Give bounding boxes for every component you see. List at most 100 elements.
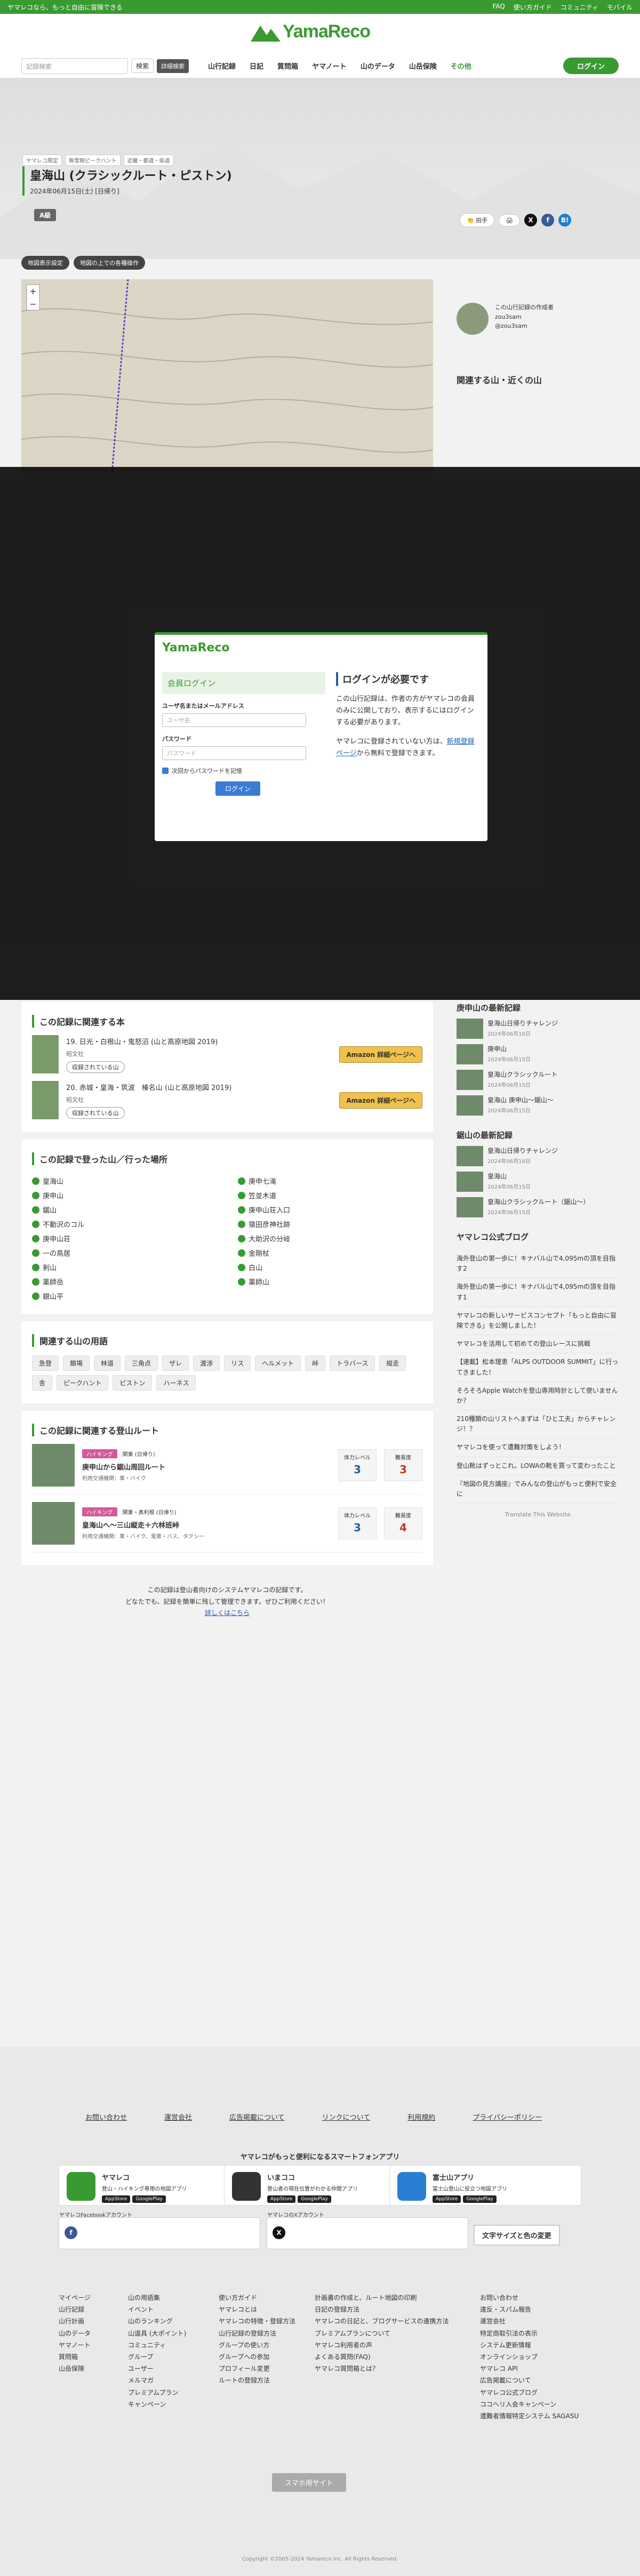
googleplay-badge[interactable]: GooglePlay: [463, 2195, 497, 2203]
user-input[interactable]: ユーザ名: [162, 713, 306, 727]
footer-item[interactable]: イベント: [128, 2304, 186, 2315]
breadcrumb-item[interactable]: ヤマレコ限定: [22, 155, 62, 166]
map-display-setting[interactable]: 地図表示設定: [21, 256, 69, 270]
place-item[interactable]: 薬師岳: [32, 1277, 217, 1287]
footer-item[interactable]: 山岳保険: [59, 2363, 91, 2375]
footer-item[interactable]: 山の用語集: [128, 2292, 186, 2304]
x-icon[interactable]: X: [273, 2226, 285, 2239]
guide-link[interactable]: 使い方ガイド: [514, 3, 552, 12]
footer-item[interactable]: マイページ: [59, 2292, 91, 2304]
term-tag[interactable]: ヘルメット: [255, 1355, 301, 1371]
x-box[interactable]: ヤマレコのXアカウント X: [267, 2212, 468, 2249]
term-tag[interactable]: ハーネス: [156, 1375, 196, 1391]
blog-item[interactable]: 【連載】松本理恵「ALPS OUTDOOR SUMMIT」に行ってきました！: [457, 1353, 619, 1382]
book-title[interactable]: 20. 赤城・皇海・筑波 榛名山 (山と高原地図 2019): [66, 1082, 231, 1092]
sidebar-record[interactable]: 庚申山 2024年06月15日: [457, 1044, 619, 1064]
term-tag[interactable]: リス: [224, 1355, 251, 1371]
footer-item[interactable]: ヤマノート: [59, 2339, 91, 2351]
footer-item[interactable]: ココヘリ入会キャンペーン: [480, 2399, 579, 2410]
login-button[interactable]: ログイン: [563, 58, 619, 74]
record-thumbnail[interactable]: [457, 1019, 483, 1039]
term-tag[interactable]: ピストン: [113, 1375, 153, 1391]
footer-item[interactable]: キャンペーン: [128, 2399, 186, 2410]
mobile-site-button[interactable]: スマホ用サイト: [272, 2473, 346, 2492]
detail-search-button[interactable]: 詳細検索: [157, 59, 189, 73]
notice-link[interactable]: 詳しくはこちら: [21, 1608, 433, 1619]
app-card[interactable]: 富士山アプリ 富士山登山に役立つ地図アプリ AppStore GooglePlay: [389, 2165, 581, 2206]
facebook-box[interactable]: ヤマレコFacebookアカウント f: [59, 2212, 260, 2249]
menu-insurance[interactable]: 山岳保険: [409, 61, 437, 71]
footer-link[interactable]: 広告掲載について: [229, 2112, 285, 2122]
blog-item[interactable]: 『地図の見方講座』でみんなの登山がもっと便利で安全に: [457, 1475, 619, 1504]
checkbox-icon[interactable]: [162, 768, 169, 774]
app-card[interactable]: ヤマレコ 登山・ハイキング専用の地図アプリ AppStore GooglePlay: [59, 2165, 251, 2206]
footer-item[interactable]: 使い方ガイド: [219, 2292, 295, 2304]
breadcrumb-item[interactable]: 近畿・都道・県道: [123, 155, 174, 166]
footer-link[interactable]: お問い合わせ: [85, 2112, 127, 2122]
footer-item[interactable]: ヤマレコとは: [219, 2304, 295, 2315]
route-item[interactable]: ハイキング 関東・奥利根 (日帰り) 皇海山へ〜三山縦走＋六林班峠 利用交通機関…: [32, 1495, 422, 1553]
blog-item[interactable]: 海外登山の第一歩に！キナバル山で4,095mの頂を目指す1: [457, 1278, 619, 1307]
footer-item[interactable]: プロフィール変更: [219, 2363, 295, 2375]
googleplay-badge[interactable]: GooglePlay: [298, 2195, 331, 2203]
route-name[interactable]: 庚申山から鋸山周回ルート: [82, 1461, 165, 1472]
sidebar-record[interactable]: 皇海山日帰りチャレンジ 2024年06月16日: [457, 1019, 619, 1039]
amazon-button[interactable]: Amazon 詳細ページへ: [339, 1046, 422, 1063]
x-share-icon[interactable]: X: [524, 214, 538, 227]
sidebar-record[interactable]: 皇海山クラシックルート 2024年06月15日: [457, 1070, 619, 1090]
footer-item[interactable]: 山行計画: [59, 2315, 91, 2327]
search-button[interactable]: 検索: [131, 59, 154, 73]
breadcrumb-item[interactable]: 無雪期ピークハント: [65, 155, 121, 166]
place-item[interactable]: 大助沢の分岐: [238, 1233, 422, 1243]
record-thumbnail[interactable]: [457, 1197, 483, 1217]
record-thumbnail[interactable]: [457, 1070, 483, 1090]
appstore-badge[interactable]: AppStore: [267, 2195, 296, 2203]
footer-item[interactable]: ルートの登録方法: [219, 2375, 295, 2386]
footer-item[interactable]: ユーザー: [128, 2363, 186, 2375]
term-tag[interactable]: ザレ: [162, 1355, 189, 1371]
place-item[interactable]: 庚申山荘: [32, 1233, 217, 1243]
record-thumbnail[interactable]: [457, 1095, 483, 1116]
footer-link[interactable]: 利用規約: [407, 2112, 435, 2122]
footer-item[interactable]: 計画書の作成と、ルート地図の印刷: [315, 2292, 449, 2304]
blog-item[interactable]: ヤマレコの新しいサービスコンセプト「もっと自由に冒険できる」を公開しました！: [457, 1307, 619, 1336]
appstore-badge[interactable]: AppStore: [433, 2195, 461, 2203]
footer-item[interactable]: 広告掲載について: [480, 2375, 579, 2386]
modal-login-button[interactable]: ログイン: [215, 781, 261, 796]
footer-item[interactable]: オンラインショップ: [480, 2351, 579, 2363]
place-item[interactable]: 一の鳥居: [32, 1248, 217, 1258]
sidebar-record[interactable]: 皇海山 庚申山〜鋸山〜 2024年06月15日: [457, 1095, 619, 1116]
author-avatar[interactable]: [457, 303, 489, 335]
footer-item[interactable]: プレミアムプランについて: [315, 2328, 449, 2339]
search-input[interactable]: 記録検索: [21, 58, 128, 74]
term-tag[interactable]: 峠: [305, 1355, 326, 1371]
font-size-button[interactable]: 文字サイズと色の変更: [474, 2225, 560, 2246]
footer-item[interactable]: 山道具 (大ポイント): [128, 2328, 186, 2339]
footer-item[interactable]: 特定商取引法の表示: [480, 2328, 579, 2339]
place-item[interactable]: 銀山平: [32, 1291, 217, 1301]
footer-item[interactable]: 違反・スパム報告: [480, 2304, 579, 2315]
place-item[interactable]: 皇海山: [32, 1176, 217, 1186]
blog-item[interactable]: そろそろApple Watchを登山専用時計として使いませんか？: [457, 1382, 619, 1411]
footer-item[interactable]: 運営会社: [480, 2315, 579, 2327]
footer-link[interactable]: リンクについて: [322, 2112, 371, 2122]
menu-questions[interactable]: 質問箱: [277, 61, 298, 71]
place-item[interactable]: 白山: [238, 1262, 422, 1272]
footer-item[interactable]: システム更新情報: [480, 2339, 579, 2351]
place-item[interactable]: 不動沢のコル: [32, 1219, 217, 1229]
book-mountains-button[interactable]: 収録されている山: [66, 1107, 125, 1119]
sidebar-record[interactable]: 皇海山 2024年06月15日: [457, 1172, 619, 1192]
term-tag[interactable]: 三角点: [125, 1355, 158, 1371]
mobile-link[interactable]: モバイル: [607, 3, 633, 12]
password-input[interactable]: パスワード: [162, 746, 306, 760]
route-item[interactable]: ハイキング 関東 (日帰り) 庚申山から鋸山周回ルート 利用交通機関：車・バイク…: [32, 1436, 422, 1495]
amazon-button[interactable]: Amazon 詳細ページへ: [339, 1092, 422, 1109]
menu-diary[interactable]: 日記: [250, 61, 263, 71]
term-tag[interactable]: 急登: [32, 1355, 59, 1371]
term-tag[interactable]: 鎖場: [63, 1355, 90, 1371]
footer-item[interactable]: お問い合わせ: [480, 2292, 579, 2304]
place-item[interactable]: 剣山: [32, 1262, 217, 1272]
place-item[interactable]: 笠並木道: [238, 1190, 422, 1200]
footer-item[interactable]: 山のランキング: [128, 2315, 186, 2327]
facebook-share-icon[interactable]: f: [541, 214, 555, 227]
